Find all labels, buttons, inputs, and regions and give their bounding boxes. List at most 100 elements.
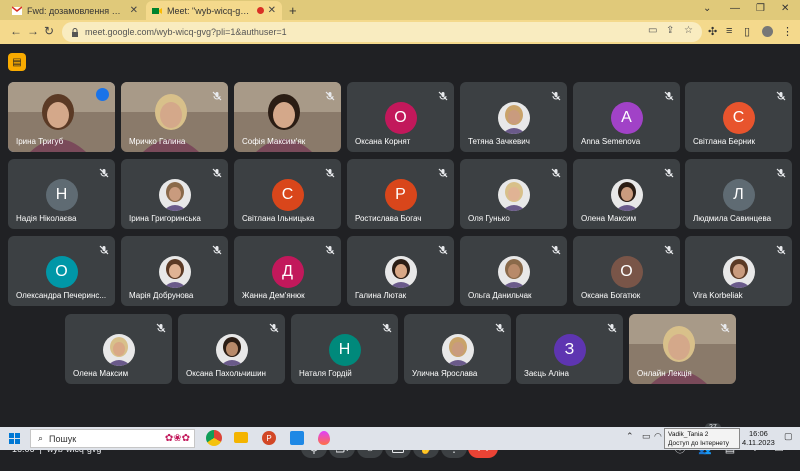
participant-tile[interactable]: Онлайн Лекція: [629, 314, 736, 384]
participant-tile[interactable]: Олена Максим: [573, 159, 680, 229]
extensions-icon[interactable]: ✣: [708, 25, 717, 38]
share-icon[interactable]: ⇪: [666, 25, 674, 36]
participant-tile[interactable]: Р Ростислава Богач: [347, 159, 454, 229]
lock-icon: [72, 27, 78, 37]
host-controls-icon[interactable]: ▤: [8, 53, 26, 71]
tab-gmail[interactable]: Fwd: дозамовлення Великі Бр... ✕: [6, 1, 144, 20]
participant-tile[interactable]: С Світлана Ільницька: [234, 159, 341, 229]
mic-off-icon: [212, 165, 222, 178]
participant-tile[interactable]: З Заєць Аліна: [516, 314, 623, 384]
mic-off-icon: [664, 165, 674, 178]
participant-tile[interactable]: Тетяна Зачкевич: [460, 82, 567, 152]
sidebar-icon[interactable]: ▯: [744, 25, 750, 38]
close-icon[interactable]: ✕: [268, 5, 276, 16]
avatar: Л: [722, 179, 755, 211]
taskbar-clock[interactable]: 16:06 4.11.2023: [742, 429, 775, 447]
chevron-down-icon[interactable]: ⌄: [703, 3, 711, 14]
reload-icon[interactable]: ↻: [44, 24, 54, 38]
participant-name: Заєць Аліна: [524, 369, 569, 378]
avatar: С: [722, 102, 755, 134]
tab-meet[interactable]: Meet: "wyb-wicq-gvg" ✕: [146, 1, 282, 20]
participant-tile[interactable]: О Оксана Корнят: [347, 82, 454, 152]
participant-tile[interactable]: Vira Korbeliak: [685, 236, 792, 306]
participant-tile[interactable]: Н Наталя Гордій: [291, 314, 398, 384]
participant-tile[interactable]: Марія Добрунова: [121, 236, 228, 306]
participant-tile[interactable]: Ольга Данильчак: [460, 236, 567, 306]
mic-off-icon: [776, 88, 786, 101]
paint-icon[interactable]: [318, 431, 330, 445]
participant-name: Оля Гунько: [468, 214, 510, 223]
reading-list-icon[interactable]: ≡: [726, 25, 732, 37]
avatar: О: [45, 256, 78, 288]
profile-avatar[interactable]: [762, 26, 773, 37]
avatar: [610, 179, 643, 211]
mic-off-icon: [776, 165, 786, 178]
photos-icon[interactable]: [290, 431, 304, 445]
chevron-up-icon[interactable]: ⌃: [626, 431, 634, 442]
network-tooltip: Vadik_Tania 2 Доступ до Інтернету: [664, 428, 740, 449]
avatar: З: [553, 334, 586, 366]
avatar: Р: [384, 179, 417, 211]
mic-off-icon: [551, 242, 561, 255]
file-explorer-icon[interactable]: [234, 432, 248, 443]
participant-name: Ірина Григоринська: [129, 214, 201, 223]
network-icon[interactable]: ▭: [642, 431, 651, 442]
camera-icon[interactable]: ▭: [648, 25, 657, 36]
participant-tile[interactable]: Н Надія Ніколаєва: [8, 159, 115, 229]
minimize-icon[interactable]: —: [730, 3, 740, 14]
participant-name: Оксана Пахольчишин: [186, 369, 266, 378]
taskbar-search[interactable]: ⌕ Пошук ✿❀✿: [30, 429, 195, 448]
meet-icon: [152, 7, 162, 14]
participant-tile[interactable]: А Anna Semenova: [573, 82, 680, 152]
tab-title: Meet: "wyb-wicq-gvg": [167, 5, 253, 16]
avatar: [441, 334, 474, 366]
participant-name: Anna Semenova: [581, 137, 641, 146]
participant-tile[interactable]: Ірина Тригуб: [8, 82, 115, 152]
forward-icon[interactable]: →: [27, 24, 39, 38]
participant-name: Онлайн Лекція: [637, 369, 692, 378]
notifications-icon[interactable]: ▢: [784, 431, 793, 442]
url-text: meet.google.com/wyb-wicq-gvg?pli=1&authu…: [85, 27, 287, 37]
search-placeholder: Пошук: [49, 433, 77, 444]
wifi-icon[interactable]: ◠: [654, 431, 662, 442]
participant-tile[interactable]: Оксана Пахольчишин: [178, 314, 285, 384]
mic-off-icon: [156, 320, 166, 333]
powerpoint-icon[interactable]: P: [262, 431, 276, 445]
menu-icon[interactable]: ⋮: [782, 25, 793, 38]
participant-name: Тетяна Зачкевич: [468, 137, 530, 146]
participant-name: Жанна Дем'янюк: [242, 291, 305, 300]
participant-tile[interactable]: Л Людмила Савинцева: [685, 159, 792, 229]
chrome-taskbar-icon[interactable]: [206, 430, 222, 446]
participant-tile[interactable]: Ірина Григоринська: [121, 159, 228, 229]
meet-stage: ▤ Ірина Тригуб Мричко Галина Софія Максим'…: [0, 44, 800, 458]
participant-tile[interactable]: Олена Максим: [65, 314, 172, 384]
participant-tile[interactable]: С Світлана Берник: [685, 82, 792, 152]
participant-tile[interactable]: О Олександра Печеринс...: [8, 236, 115, 306]
participant-tile[interactable]: Д Жанна Дем'янюк: [234, 236, 341, 306]
windows-start-icon[interactable]: [9, 433, 20, 444]
address-bar[interactable]: meet.google.com/wyb-wicq-gvg?pli=1&authu…: [62, 22, 702, 42]
close-icon[interactable]: ✕: [130, 5, 138, 16]
back-icon[interactable]: ←: [10, 24, 22, 38]
avatar: Н: [45, 179, 78, 211]
maximize-icon[interactable]: ❐: [756, 3, 765, 14]
window-close-icon[interactable]: ✕: [781, 3, 789, 14]
participant-name: Софія Максим'як: [242, 137, 306, 146]
participant-tile[interactable]: Оля Гунько: [460, 159, 567, 229]
participant-tile[interactable]: Мричко Галина: [121, 82, 228, 152]
mic-off-icon: [99, 165, 109, 178]
participant-tile[interactable]: Софія Максим'як: [234, 82, 341, 152]
participant-tile[interactable]: Галина Лютак: [347, 236, 454, 306]
participant-tile[interactable]: О Оксана Богатюк: [573, 236, 680, 306]
clock-date: 4.11.2023: [742, 438, 775, 447]
new-tab-icon[interactable]: +: [289, 3, 297, 18]
star-icon[interactable]: ☆: [684, 25, 693, 36]
participant-name: Ірина Тригуб: [16, 137, 64, 146]
participant-tile[interactable]: Уличнa Ярослава: [404, 314, 511, 384]
mic-off-icon: [438, 242, 448, 255]
participant-name: Vira Korbeliak: [693, 291, 743, 300]
gmail-icon: [12, 5, 22, 15]
avatar: Н: [328, 334, 361, 366]
mic-off-icon: [99, 242, 109, 255]
mic-off-icon: [720, 320, 730, 333]
